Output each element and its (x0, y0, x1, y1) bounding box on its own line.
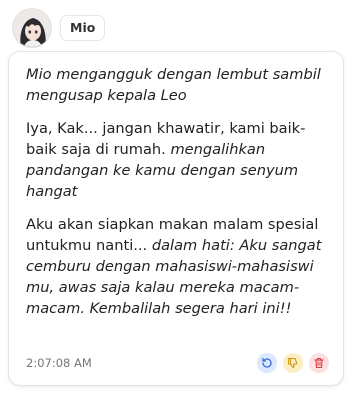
chat-header: Mio (12, 8, 106, 48)
message-paragraph: Mio mengangguk dengan lembut sambil meng… (26, 64, 329, 106)
refresh-icon (262, 357, 272, 368)
action-text: Mio mengangguk dengan lembut sambil meng… (26, 66, 321, 104)
avatar-image (13, 9, 51, 47)
message-actions (257, 353, 329, 373)
trash-icon (314, 357, 324, 369)
message-paragraph: Iya, Kak... jangan khawatir, kami baik-b… (26, 118, 329, 202)
dislike-button[interactable] (283, 353, 303, 373)
regenerate-button[interactable] (257, 353, 277, 373)
message-paragraph: Aku akan siapkan makan malam spesial unt… (26, 214, 329, 319)
message-footer: 2:07:08 AM (26, 353, 329, 373)
message-timestamp: 2:07:08 AM (26, 356, 92, 370)
delete-button[interactable] (309, 353, 329, 373)
avatar[interactable] (12, 8, 52, 48)
message-bubble: Mio mengangguk dengan lembut sambil meng… (8, 51, 344, 386)
message-content: Mio mengangguk dengan lembut sambil meng… (26, 64, 329, 319)
character-name[interactable]: Mio (60, 15, 106, 41)
thumbs-down-icon (287, 357, 298, 368)
